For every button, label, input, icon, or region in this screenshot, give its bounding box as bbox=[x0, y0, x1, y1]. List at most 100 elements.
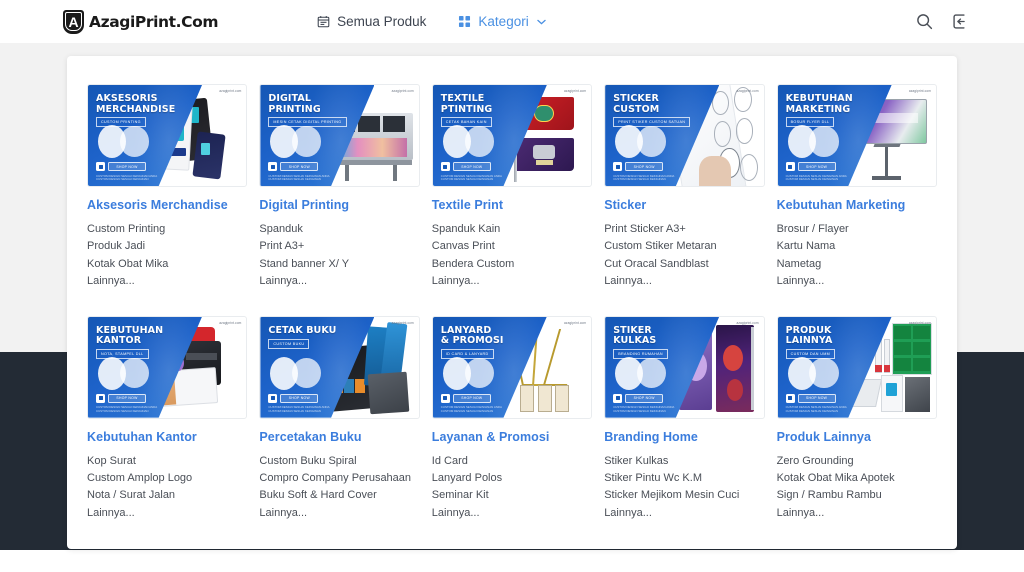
category-list-item[interactable]: Spanduk bbox=[259, 221, 419, 238]
cart-icon bbox=[441, 162, 450, 171]
category-banner[interactable]: azagiprint.com KEBUTUHANMARKETING BOSUR … bbox=[777, 84, 937, 187]
category-title[interactable]: Layanan & Promosi bbox=[432, 430, 592, 445]
nav-item-kategori[interactable]: Kategori bbox=[458, 14, 545, 29]
banner-shop-button[interactable]: SHOP NOW bbox=[268, 162, 318, 171]
category-more-link[interactable]: Lainnya... bbox=[87, 505, 247, 522]
category-title[interactable]: Produk Lainnya bbox=[777, 430, 937, 445]
category-list-item[interactable]: Bendera Custom bbox=[432, 256, 592, 273]
category-list-item[interactable]: Stand banner X/ Y bbox=[259, 256, 419, 273]
banner-watermark: azagiprint.com bbox=[392, 89, 414, 93]
category-banner[interactable]: azagiprint.com DIGITALPRINTING MESIN CET… bbox=[259, 84, 419, 187]
category-title[interactable]: Branding Home bbox=[604, 430, 764, 445]
category-more-link[interactable]: Lainnya... bbox=[259, 273, 419, 290]
login-icon[interactable] bbox=[951, 13, 969, 31]
search-icon[interactable] bbox=[915, 13, 933, 31]
category-title[interactable]: Percetakan Buku bbox=[259, 430, 419, 445]
category-list-item[interactable]: Brosur / Flayer bbox=[777, 221, 937, 238]
category-list-item[interactable]: Canvas Print bbox=[432, 238, 592, 255]
nav-item-semua-produk[interactable]: Semua Produk bbox=[317, 14, 426, 29]
banner-inset-thumb bbox=[443, 125, 495, 158]
category-more-link[interactable]: Lainnya... bbox=[777, 505, 937, 522]
cart-icon bbox=[613, 394, 622, 403]
category-list-item[interactable]: Kop Surat bbox=[87, 453, 247, 470]
category-item-list: Custom Buku SpiralCompro Company Perusah… bbox=[259, 453, 419, 523]
category-list-item[interactable]: Sign / Rambu Rambu bbox=[777, 487, 937, 504]
banner-shop-button[interactable]: SHOP NOW bbox=[441, 162, 491, 171]
category-card: azagiprint.com STICKERCUSTOM PRINT STIKE… bbox=[598, 84, 770, 291]
category-list-item[interactable]: Print Sticker A3+ bbox=[604, 221, 764, 238]
banner-title: KEBUTUHANMARKETING bbox=[786, 94, 853, 115]
banner-shop-button[interactable]: SHOP NOW bbox=[96, 394, 146, 403]
banner-title: LANYARD& PROMOSI bbox=[441, 326, 504, 347]
category-list-item[interactable]: Zero Grounding bbox=[777, 453, 937, 470]
banner-button-label: SHOP NOW bbox=[108, 162, 146, 171]
category-list-item[interactable]: Nametag bbox=[777, 256, 937, 273]
category-list-item[interactable]: Cut Oracal Sandblast bbox=[604, 256, 764, 273]
chevron-down-icon bbox=[537, 17, 546, 27]
banner-shop-button[interactable]: SHOP NOW bbox=[268, 394, 318, 403]
category-banner[interactable]: azagiprint.com LANYARD& PROMOSI ID CARD … bbox=[432, 316, 592, 419]
category-list-item[interactable]: Custom Buku Spiral bbox=[259, 453, 419, 470]
category-list-item[interactable]: Nota / Surat Jalan bbox=[87, 487, 247, 504]
category-list-item[interactable]: Seminar Kit bbox=[432, 487, 592, 504]
banner-subtitle: CUSTOM DAN UMM bbox=[786, 349, 835, 359]
category-more-link[interactable]: Lainnya... bbox=[87, 273, 247, 290]
banner-title: TEXTILEPTINTING bbox=[441, 94, 493, 115]
category-list-item[interactable]: Print A3+ bbox=[259, 238, 419, 255]
category-list-item[interactable]: Kartu Nama bbox=[777, 238, 937, 255]
banner-button-label: SHOP NOW bbox=[625, 394, 663, 403]
category-banner[interactable]: azagiprint.com STIKERKULKAS BRANDING RUM… bbox=[604, 316, 764, 419]
category-list-item[interactable]: Sticker Mejikom Mesin Cuci bbox=[604, 487, 764, 504]
banner-subtitle: PRINT STIKER CUSTOM SATUAN bbox=[613, 117, 690, 127]
category-title[interactable]: Kebutuhan Kantor bbox=[87, 430, 247, 445]
banner-title-line: CETAK BUKU bbox=[268, 326, 336, 337]
category-list-item[interactable]: Custom Stiker Metaran bbox=[604, 238, 764, 255]
category-list-item[interactable]: Kotak Obat Mika Apotek bbox=[777, 470, 937, 487]
banner-inset-thumb bbox=[443, 357, 495, 390]
category-list-item[interactable]: Custom Amplop Logo bbox=[87, 470, 247, 487]
banner-footer-text: CUSTOM DESIGN SESUAI KEINGINAN ANDACUSTO… bbox=[268, 406, 356, 413]
category-list-item[interactable]: Stiker Kulkas bbox=[604, 453, 764, 470]
category-more-link[interactable]: Lainnya... bbox=[259, 505, 419, 522]
category-banner[interactable]: azagiprint.com CETAK BUKU CUSTOM BUKU SH… bbox=[259, 316, 419, 419]
banner-shop-button[interactable]: SHOP NOW bbox=[786, 162, 836, 171]
banner-shop-button[interactable]: SHOP NOW bbox=[786, 394, 836, 403]
banner-title-line: LAINNYA bbox=[786, 336, 833, 347]
category-title[interactable]: Digital Printing bbox=[259, 198, 419, 213]
category-banner[interactable]: azagiprint.com PRODUKLAINNYA CUSTOM DAN … bbox=[777, 316, 937, 419]
category-banner[interactable]: azagiprint.com TEXTILEPTINTING CETAK BAH… bbox=[432, 84, 592, 187]
banner-shop-button[interactable]: SHOP NOW bbox=[613, 162, 663, 171]
category-title[interactable]: Sticker bbox=[604, 198, 764, 213]
banner-shop-button[interactable]: SHOP NOW bbox=[96, 162, 146, 171]
category-title[interactable]: Textile Print bbox=[432, 198, 592, 213]
cart-icon bbox=[786, 162, 795, 171]
category-more-link[interactable]: Lainnya... bbox=[432, 505, 592, 522]
category-list-item[interactable]: Buku Soft & Hard Cover bbox=[259, 487, 419, 504]
category-more-link[interactable]: Lainnya... bbox=[604, 505, 764, 522]
category-list-item[interactable]: Custom Printing bbox=[87, 221, 247, 238]
category-list-item[interactable]: Stiker Pintu Wc K.M bbox=[604, 470, 764, 487]
banner-shop-button[interactable]: SHOP NOW bbox=[613, 394, 663, 403]
banner-shop-button[interactable]: SHOP NOW bbox=[441, 394, 491, 403]
category-list-item[interactable]: Spanduk Kain bbox=[432, 221, 592, 238]
banner-button-label: SHOP NOW bbox=[280, 394, 318, 403]
banner-watermark: azagiprint.com bbox=[564, 321, 586, 325]
category-list-item[interactable]: Lanyard Polos bbox=[432, 470, 592, 487]
category-more-link[interactable]: Lainnya... bbox=[604, 273, 764, 290]
category-banner[interactable]: azagiprint.com KEBUTUHANKANTOR NOTA, STA… bbox=[87, 316, 247, 419]
category-banner[interactable]: azagiprint.com STICKERCUSTOM PRINT STIKE… bbox=[604, 84, 764, 187]
brand-logo[interactable]: A AzagiPrint.Com bbox=[63, 10, 218, 34]
category-banner[interactable]: azagiprint.com AKSESORISMERCHANDISE CUST… bbox=[87, 84, 247, 187]
category-list-item[interactable]: Kotak Obat Mika bbox=[87, 256, 247, 273]
category-title[interactable]: Kebutuhan Marketing bbox=[777, 198, 937, 213]
category-more-link[interactable]: Lainnya... bbox=[777, 273, 937, 290]
category-more-link[interactable]: Lainnya... bbox=[432, 273, 592, 290]
category-list-item[interactable]: Compro Company Perusahaan bbox=[259, 470, 419, 487]
category-list-item[interactable]: Id Card bbox=[432, 453, 592, 470]
cart-icon bbox=[268, 394, 277, 403]
category-list-item[interactable]: Produk Jadi bbox=[87, 238, 247, 255]
category-item-list: SpandukPrint A3+Stand banner X/ Y Lainny… bbox=[259, 221, 419, 291]
banner-watermark: azagiprint.com bbox=[219, 321, 241, 325]
category-item-list: Zero GroundingKotak Obat Mika ApotekSign… bbox=[777, 453, 937, 523]
category-title[interactable]: Aksesoris Merchandise bbox=[87, 198, 247, 213]
